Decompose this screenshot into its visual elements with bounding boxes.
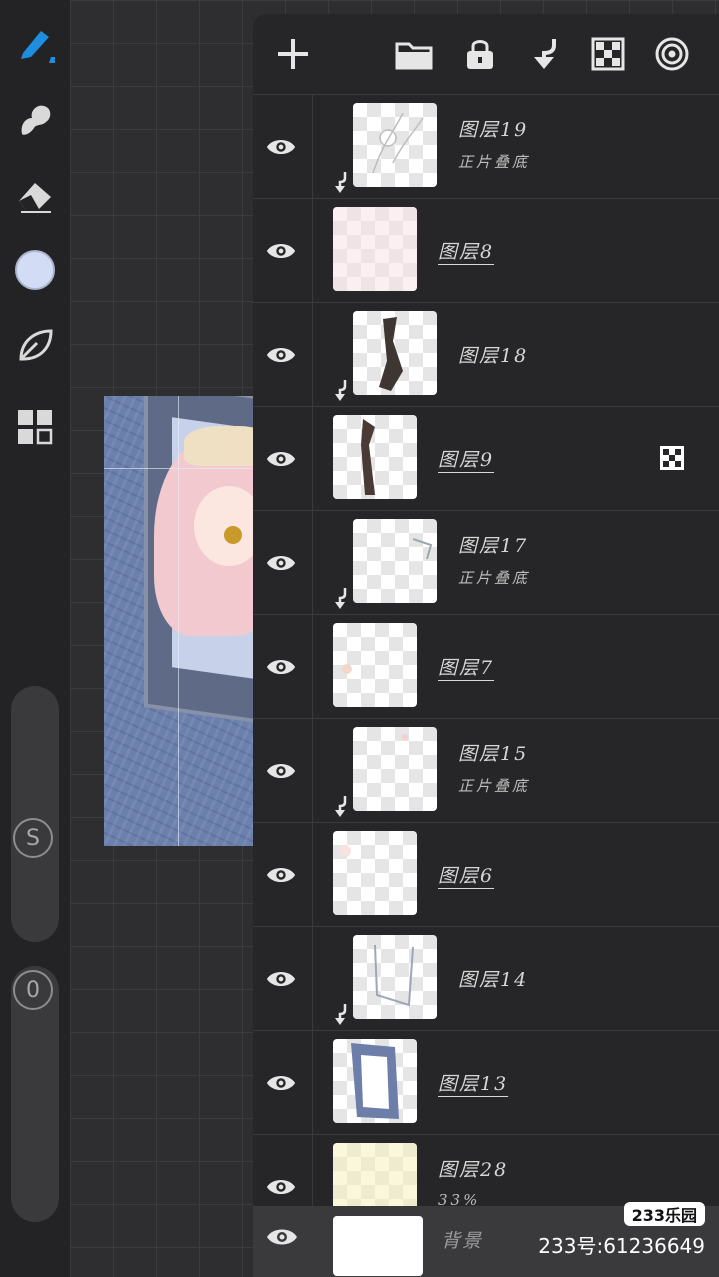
layer-row[interactable]: 图层15 正片叠底 (253, 718, 719, 822)
guide-line-vertical (178, 396, 179, 846)
brush-pen-icon[interactable] (12, 20, 58, 66)
watermark: 233乐园 233号:61236649 (538, 1202, 705, 1259)
add-layer-icon[interactable] (273, 34, 313, 74)
folder-icon[interactable] (394, 34, 434, 74)
layers-grid-icon[interactable] (12, 404, 58, 450)
visibility-eye-icon[interactable] (265, 963, 297, 995)
row-divider (312, 407, 313, 510)
row-divider (312, 719, 313, 822)
layer-thumbnail[interactable] (353, 519, 437, 603)
target-icon[interactable] (652, 34, 692, 74)
row-divider (312, 95, 313, 198)
opacity-knob[interactable]: 0 (13, 970, 53, 1010)
visibility-eye-icon[interactable] (265, 339, 297, 371)
color-swatch-icon[interactable] (12, 247, 58, 293)
layer-name: 图层13 (438, 1073, 509, 1095)
layer-row[interactable]: 图层14 (253, 926, 719, 1030)
row-divider (312, 303, 313, 406)
clipping-arrow-icon (331, 170, 349, 194)
layer-row[interactable]: 图层19 正片叠底 (253, 94, 719, 198)
layer-name: 图层18 (458, 345, 529, 367)
layer-thumbnail[interactable] (353, 935, 437, 1019)
visibility-eye-icon[interactable] (265, 859, 297, 891)
layer-row[interactable]: 图层7 (253, 614, 719, 718)
layer-blend-mode: 正片叠底 (458, 153, 531, 171)
art-character-eye (224, 526, 242, 544)
row-divider (312, 1031, 313, 1134)
watermark-id: 233号:61236649 (538, 1234, 705, 1258)
visibility-eye-icon[interactable] (265, 755, 297, 787)
layer-thumbnail[interactable] (333, 207, 417, 291)
row-divider (312, 511, 313, 614)
layer-name: 图层14 (458, 969, 529, 991)
background-thumbnail (333, 1216, 423, 1276)
layer-thumbnail[interactable] (333, 831, 417, 915)
layer-name: 图层28 (438, 1159, 509, 1181)
visibility-eye-icon[interactable] (265, 235, 297, 267)
layer-blend-mode: 正片叠底 (458, 777, 531, 795)
visibility-eye-icon[interactable] (265, 443, 297, 475)
watermark-logo: 233乐园 (623, 1202, 705, 1226)
layer-thumbnail[interactable] (353, 311, 437, 395)
clip-mask-icon[interactable] (524, 34, 564, 74)
layer-name: 图层7 (438, 657, 495, 679)
left-toolbar: S 0 (0, 0, 70, 1277)
lock-icon[interactable] (460, 34, 500, 74)
eraser-icon[interactable] (12, 172, 58, 218)
layer-name: 图层15 (458, 743, 529, 765)
row-divider (312, 823, 313, 926)
layer-thumbnail[interactable] (333, 1039, 417, 1123)
brush-size-knob-label: S (26, 825, 40, 851)
background-layer-name: 背景 (441, 1230, 484, 1252)
layers-panel-header (253, 14, 719, 94)
layer-thumbnail[interactable] (353, 727, 437, 811)
row-divider (312, 199, 313, 302)
color-dot (15, 250, 55, 290)
clipping-arrow-icon (331, 586, 349, 610)
clipping-arrow-icon (331, 378, 349, 402)
layer-name: 图层6 (438, 865, 495, 887)
layer-row[interactable]: 图层18 (253, 302, 719, 406)
layer-name: 图层19 (458, 119, 529, 141)
layer-name: 图层17 (458, 535, 529, 557)
visibility-eye-icon[interactable] (265, 1171, 297, 1203)
layers-panel: 图层19 正片叠底 图层8 图层18 图层9 图层17 正片叠底 图层7 图层15 正片叠底 图层6… (253, 14, 719, 1277)
visibility-eye-icon[interactable] (265, 131, 297, 163)
layer-row[interactable]: 图层9 (253, 406, 719, 510)
alpha-lock-icon[interactable] (588, 34, 628, 74)
visibility-eye-icon[interactable] (265, 1067, 297, 1099)
brush-size-slider[interactable] (11, 686, 59, 942)
opacity-knob-label: 0 (26, 977, 40, 1003)
layer-blend-mode: 正片叠底 (458, 569, 531, 587)
smudge-icon[interactable] (12, 96, 58, 142)
visibility-eye-icon[interactable] (265, 1226, 299, 1252)
clipping-arrow-icon (331, 794, 349, 818)
layer-thumbnail[interactable] (353, 103, 437, 187)
visibility-eye-icon[interactable] (265, 651, 297, 683)
layer-thumbnail[interactable] (333, 623, 417, 707)
checker-icon[interactable] (659, 445, 685, 471)
layer-thumbnail[interactable] (333, 415, 417, 499)
clipping-arrow-icon (331, 1002, 349, 1026)
visibility-eye-icon[interactable] (265, 547, 297, 579)
layer-row[interactable]: 图层17 正片叠底 (253, 510, 719, 614)
layer-row[interactable]: 图层6 (253, 822, 719, 926)
row-divider (312, 615, 313, 718)
row-divider (312, 927, 313, 1030)
layer-name: 图层9 (438, 449, 495, 471)
layer-row[interactable]: 图层13 (253, 1030, 719, 1134)
brush-size-knob[interactable]: S (13, 818, 53, 858)
layer-row[interactable]: 图层8 (253, 198, 719, 302)
leaf-icon[interactable] (12, 322, 58, 368)
layer-name: 图层8 (438, 241, 495, 263)
